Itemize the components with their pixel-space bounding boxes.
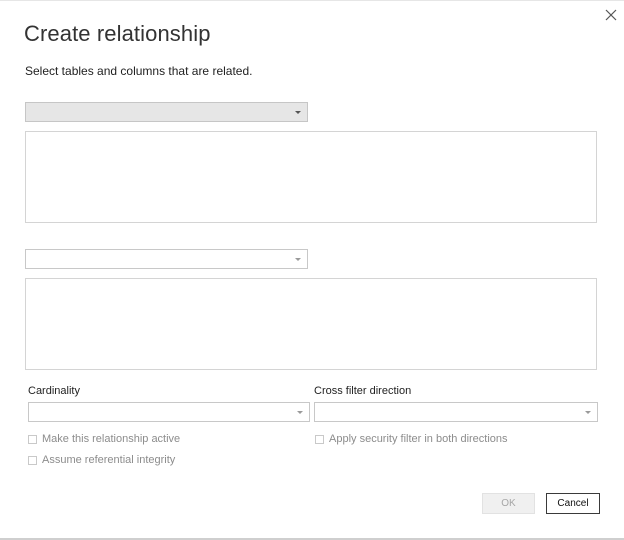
close-button[interactable] [604, 8, 618, 22]
table1-dropdown[interactable] [25, 102, 308, 122]
dialog-title: Create relationship [24, 21, 211, 46]
active-option[interactable]: Make this relationship active [28, 433, 180, 445]
cardinality-dropdown[interactable] [28, 402, 310, 422]
create-relationship-dialog: Create relationship Select tables and co… [0, 0, 624, 540]
cardinality-label: Cardinality [28, 385, 80, 397]
chevron-down-icon [295, 111, 301, 114]
referential-option-label: Assume referential integrity [42, 454, 176, 466]
ok-button[interactable]: OK [482, 493, 535, 514]
dialog-subtitle: Select tables and columns that are relat… [25, 64, 253, 78]
cancel-button[interactable]: Cancel [546, 493, 600, 514]
close-icon [605, 9, 617, 21]
referential-checkbox[interactable] [28, 455, 37, 465]
security-option-label: Apply security filter in both directions [329, 433, 508, 445]
cross-filter-label: Cross filter direction [314, 385, 412, 397]
table2-preview[interactable] [25, 278, 597, 370]
chevron-down-icon [297, 411, 303, 414]
active-checkbox[interactable] [28, 434, 37, 444]
chevron-down-icon [295, 258, 301, 261]
security-option[interactable]: Apply security filter in both directions [315, 433, 508, 445]
active-option-label: Make this relationship active [42, 433, 181, 445]
referential-option[interactable]: Assume referential integrity [28, 454, 175, 466]
chevron-down-icon [585, 411, 591, 414]
table2-dropdown[interactable] [25, 249, 308, 269]
table1-preview[interactable] [25, 131, 597, 223]
cross-filter-dropdown[interactable] [314, 402, 598, 422]
security-checkbox[interactable] [315, 434, 324, 444]
